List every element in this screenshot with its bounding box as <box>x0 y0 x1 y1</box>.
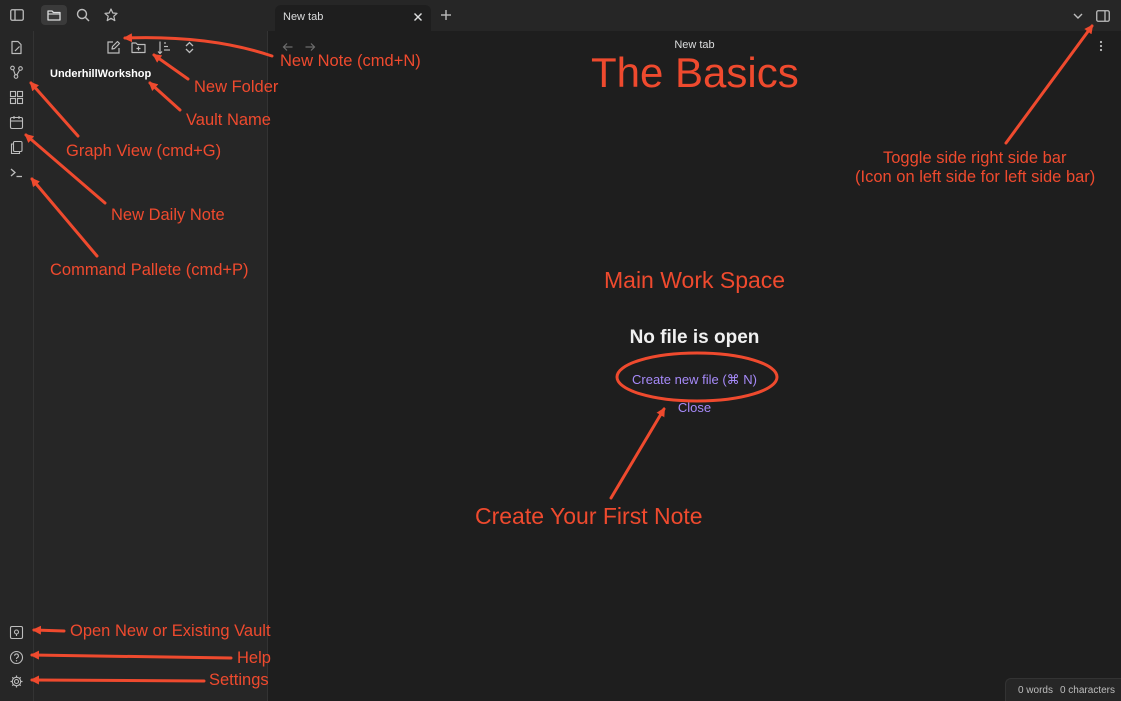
create-new-file-link[interactable]: Create new file (⌘ N) <box>268 372 1121 388</box>
annotation-new-daily-note: New Daily Note <box>111 206 225 224</box>
title-bar: New tab <box>0 0 1121 31</box>
empty-state-title: No file is open <box>629 327 760 348</box>
annotation-graph-view: Graph View (cmd+G) <box>66 142 222 160</box>
help-icon[interactable] <box>9 650 24 665</box>
right-sidebar-toggle-icon[interactable] <box>1096 9 1110 22</box>
plus-icon[interactable] <box>439 8 453 22</box>
annotation-main-work-space: Main Work Space <box>604 267 786 293</box>
open-vault-icon[interactable] <box>9 625 24 640</box>
sort-icon[interactable] <box>157 40 172 55</box>
search-icon[interactable] <box>72 5 94 25</box>
annotation-new-folder: New Folder <box>194 78 279 96</box>
file-explorer: UnderhillWorkshop <box>34 31 268 701</box>
status-bar: 0 words 0 characters <box>1004 678 1121 701</box>
settings-icon[interactable] <box>9 674 24 689</box>
annotation-command-palette: Command Pallete (cmd+P) <box>50 261 249 279</box>
canvas-icon[interactable] <box>9 90 24 105</box>
annotation-open-vault: Open New or Existing Vault <box>70 622 271 640</box>
close-icon[interactable] <box>411 10 425 24</box>
annotation-help: Help <box>237 649 271 667</box>
annotation-new-note: New Note (cmd+N) <box>280 52 421 70</box>
star-icon[interactable] <box>100 5 122 25</box>
tab-title: New tab <box>283 11 324 23</box>
annotation-vault-name: Vault Name <box>186 111 271 129</box>
left-ribbon <box>0 31 34 701</box>
tab-new-tab[interactable]: New tab <box>275 5 431 31</box>
folder-icon[interactable] <box>41 5 67 25</box>
daily-note-icon[interactable] <box>9 115 24 130</box>
new-note-icon[interactable] <box>106 40 121 55</box>
annotation-toggle-sidebar-line2: (Icon on left side for left side bar) <box>855 168 1096 186</box>
chevron-down-icon[interactable] <box>1071 9 1085 23</box>
annotation-settings: Settings <box>209 671 269 689</box>
character-count: 0 characters <box>1059 684 1115 696</box>
command-palette-icon[interactable] <box>9 165 24 180</box>
graph-view-icon[interactable] <box>9 65 24 80</box>
close-link[interactable]: Close <box>268 400 1121 415</box>
new-folder-icon[interactable] <box>131 40 146 55</box>
word-count: 0 words <box>1017 684 1053 696</box>
vault-name[interactable]: UnderhillWorkshop <box>50 68 151 80</box>
main-workspace: New tab No file is open Create new file … <box>268 31 1121 701</box>
new-note-icon[interactable] <box>9 40 24 55</box>
more-options-icon[interactable] <box>1095 39 1107 53</box>
sidebar-toggle-icon[interactable] <box>6 5 28 25</box>
expand-collapse-icon[interactable] <box>182 40 197 55</box>
annotation-create-first-note: Create Your First Note <box>475 503 703 529</box>
templates-icon[interactable] <box>9 140 24 155</box>
annotation-title: The Basics <box>591 49 799 96</box>
